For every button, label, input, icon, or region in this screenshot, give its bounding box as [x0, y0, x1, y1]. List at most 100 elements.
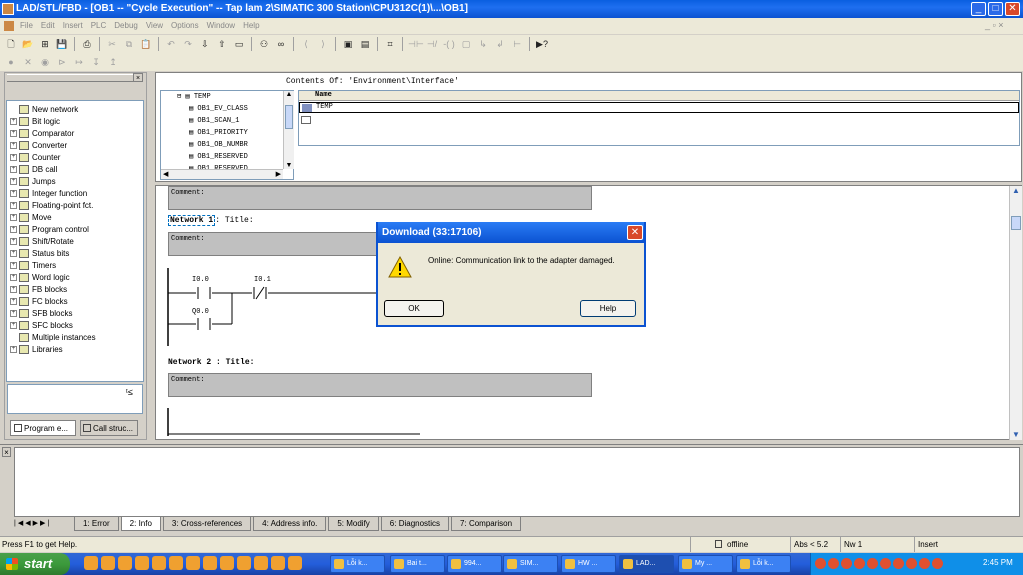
step-over-icon[interactable]: ⊳: [55, 56, 69, 69]
catalog-item[interactable]: + SFB blocks: [7, 307, 143, 319]
glasses-icon[interactable]: ∞: [274, 38, 288, 51]
open-icon[interactable]: 📂: [21, 38, 35, 51]
catalog-item[interactable]: + Move: [7, 211, 143, 223]
scroll-thumb[interactable]: [1011, 216, 1021, 230]
cut-icon[interactable]: ✂: [105, 38, 119, 51]
catalog-item[interactable]: + Floating-point fct.: [7, 199, 143, 211]
network-icon[interactable]: [815, 558, 826, 569]
taskbar-button[interactable]: Lỗi k...: [330, 555, 385, 573]
step-into-icon[interactable]: ↧: [89, 56, 103, 69]
app-icon[interactable]: [186, 556, 200, 570]
expand-icon[interactable]: +: [10, 321, 17, 329]
tree-root[interactable]: ⊟ ▤ TEMP: [177, 92, 211, 101]
output-tab[interactable]: 6: Diagnostics: [380, 517, 450, 531]
taskbar-button[interactable]: HW ...: [561, 555, 616, 573]
catalog-item[interactable]: + Counter: [7, 151, 143, 163]
folder-icon[interactable]: [152, 556, 166, 570]
expand-icon[interactable]: +: [10, 237, 17, 245]
firefox-icon[interactable]: [101, 556, 115, 570]
expand-icon[interactable]: +: [10, 309, 17, 317]
editor-vscroll[interactable]: ▲ ▼: [1009, 186, 1022, 440]
prev-icon[interactable]: ⟨: [299, 38, 313, 51]
output-close-icon[interactable]: ×: [2, 447, 11, 457]
step-out-icon[interactable]: ↥: [106, 56, 120, 69]
tab-program-elements[interactable]: Program e...: [10, 420, 76, 436]
menu-view[interactable]: View: [142, 18, 167, 34]
name-column-header[interactable]: Name: [299, 91, 1019, 101]
continue-icon[interactable]: ↦: [72, 56, 86, 69]
contact-i00-address[interactable]: I0.0: [192, 276, 209, 284]
menu-window[interactable]: Window: [203, 18, 239, 34]
catalog-item[interactable]: + Jumps: [7, 175, 143, 187]
save-icon[interactable]: 💾: [55, 38, 69, 51]
contact-i01-address[interactable]: I0.1: [254, 276, 271, 284]
expand-icon[interactable]: +: [10, 129, 17, 137]
output-tab[interactable]: 7: Comparison: [451, 517, 522, 531]
minimize-button[interactable]: _: [971, 2, 986, 16]
catalog-item[interactable]: + Comparator: [7, 127, 143, 139]
app-icon[interactable]: [288, 556, 302, 570]
scroll-thumb[interactable]: [285, 105, 293, 129]
ie-icon[interactable]: [84, 556, 98, 570]
scroll-up-icon[interactable]: ▲: [284, 91, 294, 98]
catalog-item[interactable]: + DB call: [7, 163, 143, 175]
catalog-item[interactable]: + SFC blocks: [7, 319, 143, 331]
catalog-item[interactable]: + Bit logic: [7, 115, 143, 127]
menu-debug[interactable]: Debug: [110, 18, 142, 34]
panel-close-icon[interactable]: ×: [133, 73, 143, 82]
dialog-help-button[interactable]: Help: [580, 300, 636, 317]
dialog-close-button[interactable]: ✕: [627, 225, 643, 240]
coil-icon[interactable]: -( ): [442, 38, 456, 51]
start-button[interactable]: start: [0, 553, 70, 575]
catalog-item[interactable]: + Integer function: [7, 187, 143, 199]
expand-icon[interactable]: +: [10, 297, 17, 305]
dialog-ok-button[interactable]: OK: [384, 300, 444, 317]
connection-icon[interactable]: ⊢: [510, 38, 524, 51]
scroll-up-icon[interactable]: ▲: [1010, 186, 1022, 195]
download-icon[interactable]: ⇩: [198, 38, 212, 51]
printer-icon[interactable]: [919, 558, 930, 569]
output-tab[interactable]: 1: Error: [74, 517, 119, 531]
nc-contact-icon[interactable]: ⊣/⊢: [425, 38, 439, 62]
expand-icon[interactable]: +: [10, 153, 17, 161]
interface-tree-item[interactable]: ▤ OB1_EV_CLASS: [189, 104, 248, 113]
hint-icon[interactable]: ᵗ≤: [126, 387, 133, 397]
catalog-item[interactable]: + Libraries: [7, 343, 143, 355]
new-row-icon[interactable]: [301, 116, 311, 124]
opera-icon[interactable]: [118, 556, 132, 570]
new-icon[interactable]: 🗋: [4, 38, 18, 51]
contact-q00-address[interactable]: Q0.0: [192, 308, 209, 316]
shield-icon[interactable]: [932, 558, 943, 569]
paste-icon[interactable]: 📋: [139, 38, 153, 51]
branch-close-icon[interactable]: ↲: [493, 38, 507, 51]
media-icon[interactable]: [169, 556, 183, 570]
expand-icon[interactable]: +: [10, 225, 17, 233]
antivirus-icon[interactable]: [880, 558, 891, 569]
block-comment[interactable]: Comment:: [168, 186, 592, 210]
expand-icon[interactable]: +: [10, 213, 17, 221]
menu-insert[interactable]: Insert: [59, 18, 87, 34]
panel-grip[interactable]: [7, 74, 143, 82]
monitor-icon[interactable]: ▭: [232, 38, 246, 51]
expand-icon[interactable]: +: [10, 189, 17, 197]
catalog-item[interactable]: + Shift/Rotate: [7, 235, 143, 247]
update-icon[interactable]: [893, 558, 904, 569]
taskbar-button[interactable]: 994...: [447, 555, 502, 573]
close-button[interactable]: ✕: [1005, 2, 1020, 16]
interface-tree-item[interactable]: ▤ OB1_PRIORITY: [189, 128, 248, 137]
network2-comment[interactable]: Comment:: [168, 373, 592, 397]
catalog-item[interactable]: + Status bits: [7, 247, 143, 259]
usb-icon[interactable]: [906, 558, 917, 569]
app-icon[interactable]: [271, 556, 285, 570]
upload-icon[interactable]: ⇧: [215, 38, 229, 51]
expand-icon[interactable]: +: [10, 273, 17, 281]
program-elements-icon[interactable]: ⌗: [383, 38, 397, 51]
expand-icon[interactable]: +: [10, 117, 17, 125]
maximize-button[interactable]: □: [988, 2, 1003, 16]
scroll-right-icon[interactable]: ▶: [276, 170, 281, 178]
taskbar-button[interactable]: LAD...: [619, 555, 674, 573]
accessible-nodes-icon[interactable]: ⊞: [38, 38, 52, 51]
yahoo-icon[interactable]: [237, 556, 251, 570]
output-tab-nav[interactable]: |◀◀▶▶|: [14, 518, 70, 531]
catalog-item[interactable]: + Program control: [7, 223, 143, 235]
